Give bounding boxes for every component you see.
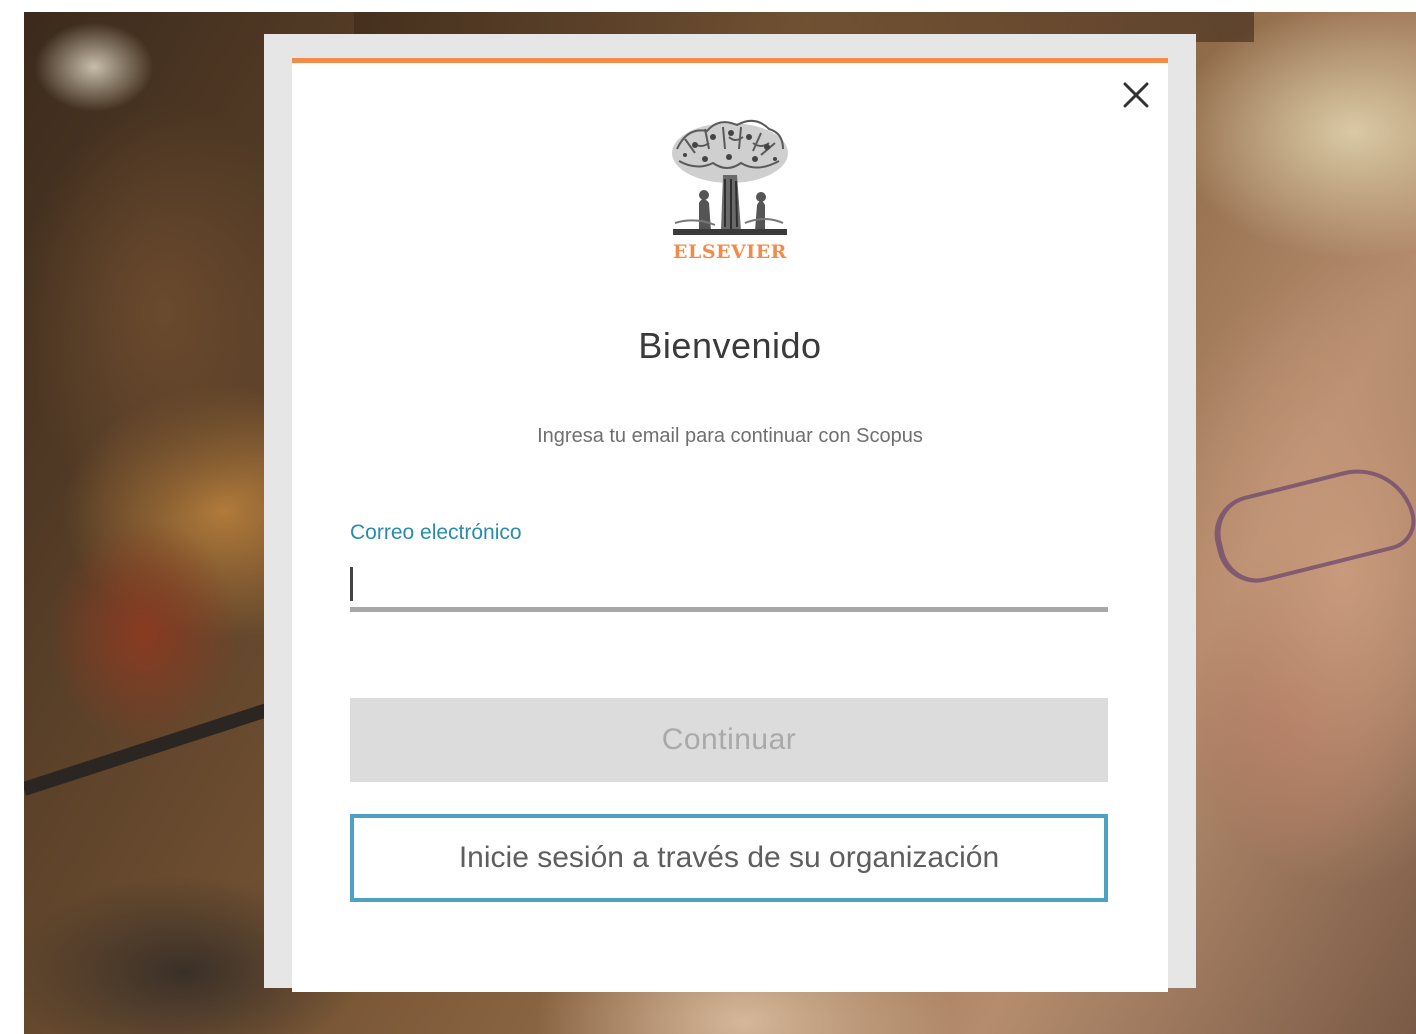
modal-overlay-frame: ELSEVIER Bienvenido Ingresa tu email par…	[264, 34, 1196, 992]
email-field[interactable]	[350, 561, 1108, 612]
close-icon	[1123, 82, 1149, 108]
close-button[interactable]	[1116, 75, 1156, 115]
welcome-subtitle: Ingresa tu email para continuar con Scop…	[537, 425, 923, 447]
welcome-title: Bienvenido	[638, 325, 822, 366]
elsevier-logo: ELSEVIER	[660, 119, 800, 269]
login-modal: ELSEVIER Bienvenido Ingresa tu email par…	[292, 58, 1168, 992]
elsevier-wordmark: ELSEVIER	[673, 241, 787, 263]
email-field-label: Correo electrónico	[350, 521, 522, 544]
background-light	[34, 22, 154, 112]
background-microphone	[24, 701, 274, 796]
org-signin-button[interactable]: Inicie sesión a través de su organizació…	[350, 814, 1108, 902]
login-page: ELSEVIER Bienvenido Ingresa tu email par…	[0, 0, 1416, 1034]
text-caret	[350, 567, 353, 601]
background-glasses	[1206, 457, 1416, 591]
elsevier-tree-logo-icon	[672, 119, 788, 235]
continue-button[interactable]: Continuar	[350, 698, 1108, 782]
email-input[interactable]	[350, 561, 1108, 607]
